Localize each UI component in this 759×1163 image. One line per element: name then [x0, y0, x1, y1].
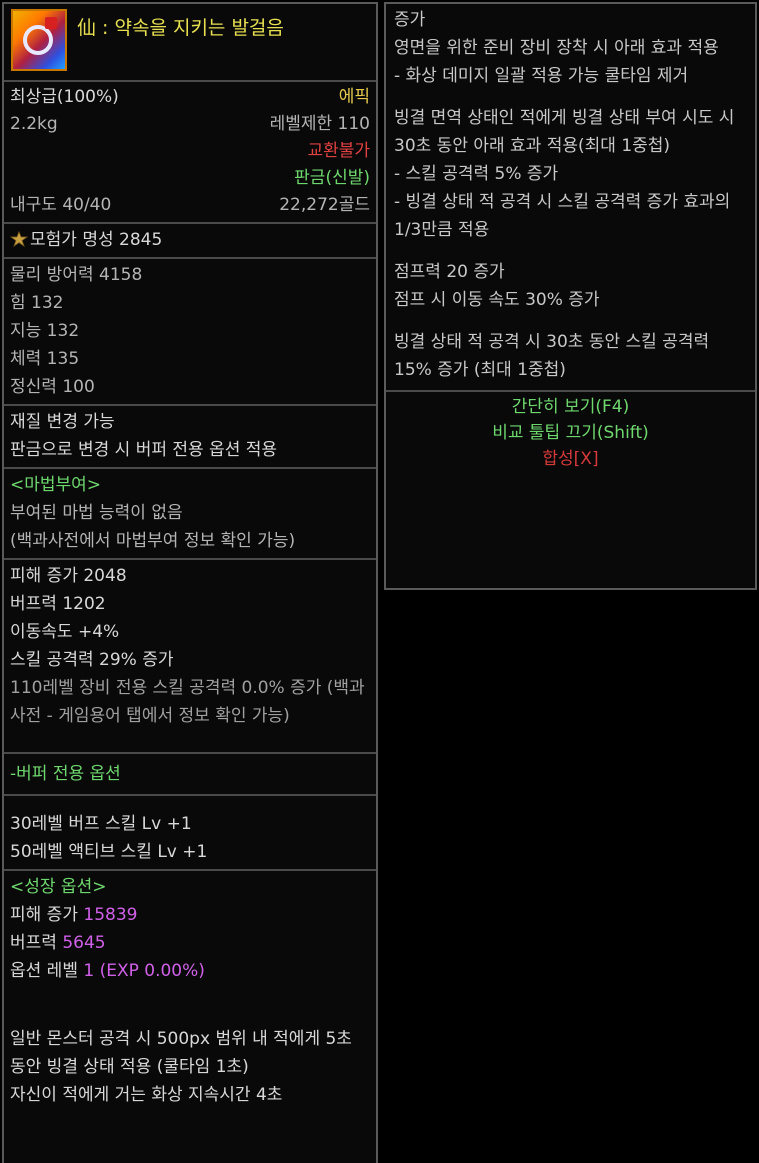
- stat-line: 지능 132: [10, 321, 80, 341]
- item-basic-info: 최상급(100%) 에픽 2.2kg 레벨제한 110 교환불가 판금(신발) …: [4, 82, 376, 224]
- growth-buff-label: 버프력: [10, 933, 63, 953]
- item-weight: 2.2kg: [10, 114, 58, 134]
- item-durability: 내구도 40/40: [10, 195, 112, 215]
- effect-line: 빙결 면역 상태인 적에게 빙결 상태 부여 시도 시 30초 동안 아래 효과…: [394, 108, 735, 156]
- growth-section: <성장 옵션> 피해 증가 15839 버프력 5645 옵션 레벨 1 (EX…: [4, 869, 376, 1112]
- item-icon: [11, 9, 67, 71]
- growth-header: <성장 옵션>: [10, 877, 107, 897]
- item-grade: 최상급(100%): [10, 87, 119, 107]
- item-trade-status: 교환불가: [307, 141, 370, 161]
- buffer-header: -버퍼 전용 옵션: [10, 764, 121, 784]
- option-note: 110레벨 장비 전용 스킬 공격력 0.0% 증가 (백과사전 - 게임용어 …: [10, 678, 365, 726]
- material-desc: 판금으로 변경 시 버퍼 전용 옵션 적용: [10, 440, 278, 460]
- item-title: 仙 : 약속을 지키는 발걸음: [77, 17, 284, 39]
- growth-damage: 피해 증가 15839: [10, 901, 370, 929]
- compare-tooltip-toggle[interactable]: 비교 툴팁 끄기(Shift): [386, 420, 755, 446]
- growth-effect-1: 일반 몬스터 공격 시 500px 범위 내 적에게 5초 동안 빙결 상태 적…: [10, 1029, 352, 1077]
- effect-line: 영면을 위한 준비 장비 장착 시 아래 효과 적용: [394, 38, 719, 58]
- effect-line: 점프력 20 증가: [394, 262, 505, 282]
- tooltip-actions: 간단히 보기(F4) 비교 툴팁 끄기(Shift) 합성[X]: [386, 390, 755, 478]
- gem-icon: [45, 17, 57, 29]
- item-level-limit: 레벨제한 110: [269, 114, 370, 134]
- growth-level-label: 옵션 레벨: [10, 961, 84, 981]
- item-rarity: 에픽: [338, 87, 370, 107]
- growth-buff: 버프력 5645: [10, 929, 370, 957]
- fame-value: 모험가 명성 2845: [30, 230, 163, 250]
- enchant-hint: (백과사전에서 마법부여 정보 확인 가능): [10, 531, 296, 551]
- growth-level: 옵션 레벨 1 (EXP 0.00%): [10, 957, 370, 985]
- stat-line: 체력 135: [10, 349, 80, 369]
- stat-line: 물리 방어력 4158: [10, 265, 143, 285]
- ring-icon: [23, 25, 53, 55]
- buffer-option-line: 30레벨 버프 스킬 Lv +1: [10, 814, 192, 834]
- option-section: 피해 증가 2048 버프력 1202 이동속도 +4% 스킬 공격력 29% …: [4, 560, 376, 754]
- fame-section: 모험가 명성 2845: [4, 224, 376, 259]
- buffer-option-line: 50레벨 액티브 스킬 Lv +1: [10, 842, 208, 862]
- fame-icon: [10, 228, 29, 248]
- option-move-speed: 이동속도 +4%: [10, 622, 120, 642]
- growth-buff-value: 5645: [62, 933, 106, 953]
- buffer-options: 30레벨 버프 스킬 Lv +1 50레벨 액티브 스킬 Lv +1: [4, 796, 376, 869]
- simple-view-button[interactable]: 간단히 보기(F4): [386, 394, 755, 420]
- effect-line: - 빙결 상태 적 공격 시 스킬 공격력 증가 효과의 1/3만큼 적용: [394, 192, 731, 240]
- effect-line: 증가: [394, 10, 426, 30]
- growth-effect-2: 자신이 적에게 거는 화상 지속시간 4초: [10, 1085, 283, 1105]
- option-skill-attack: 스킬 공격력 29% 증가: [10, 650, 174, 670]
- item-price: 22,272골드: [279, 195, 370, 215]
- effect-line: - 스킬 공격력 5% 증가: [394, 164, 559, 184]
- tooltip-header: 仙 : 약속을 지키는 발걸음: [4, 4, 376, 82]
- item-tooltip-main: 仙 : 약속을 지키는 발걸음 최상급(100%) 에픽 2.2kg 레벨제한 …: [2, 2, 378, 1163]
- effect-line: 점프 시 이동 속도 30% 증가: [394, 290, 600, 310]
- enchant-header: <마법부여>: [10, 475, 102, 495]
- item-type: 판금(신발): [294, 168, 370, 188]
- base-stats: 물리 방어력 4158 힘 132 지능 132 체력 135 정신력 100: [4, 259, 376, 406]
- stat-line: 힘 132: [10, 293, 64, 313]
- buffer-header-section: -버퍼 전용 옵션: [4, 754, 376, 796]
- growth-damage-value: 15839: [83, 905, 138, 925]
- option-damage: 피해 증가 2048: [10, 566, 127, 586]
- effect-line: 빙결 상태 적 공격 시 30초 동안 스킬 공격력 15% 증가 (최대 1중…: [394, 332, 710, 380]
- material-section: 재질 변경 가능 판금으로 변경 시 버퍼 전용 옵션 적용: [4, 406, 376, 469]
- stat-line: 정신력 100: [10, 377, 95, 397]
- enchant-none: 부여된 마법 능력이 없음: [10, 503, 183, 523]
- growth-damage-label: 피해 증가: [10, 905, 84, 925]
- growth-level-value: 1 (EXP 0.00%): [83, 961, 205, 981]
- item-tooltip-continued: 증가 영면을 위한 준비 장비 장착 시 아래 효과 적용 - 화상 데미지 일…: [384, 2, 757, 590]
- set-effect-text: 증가 영면을 위한 준비 장비 장착 시 아래 효과 적용 - 화상 데미지 일…: [386, 4, 755, 386]
- effect-line: - 화상 데미지 일괄 적용 가능 쿨타임 제거: [394, 66, 689, 86]
- option-buff: 버프력 1202: [10, 594, 106, 614]
- enchant-section: <마법부여> 부여된 마법 능력이 없음 (백과사전에서 마법부여 정보 확인 …: [4, 469, 376, 560]
- combine-button[interactable]: 합성[X]: [386, 446, 755, 472]
- material-title: 재질 변경 가능: [10, 412, 115, 432]
